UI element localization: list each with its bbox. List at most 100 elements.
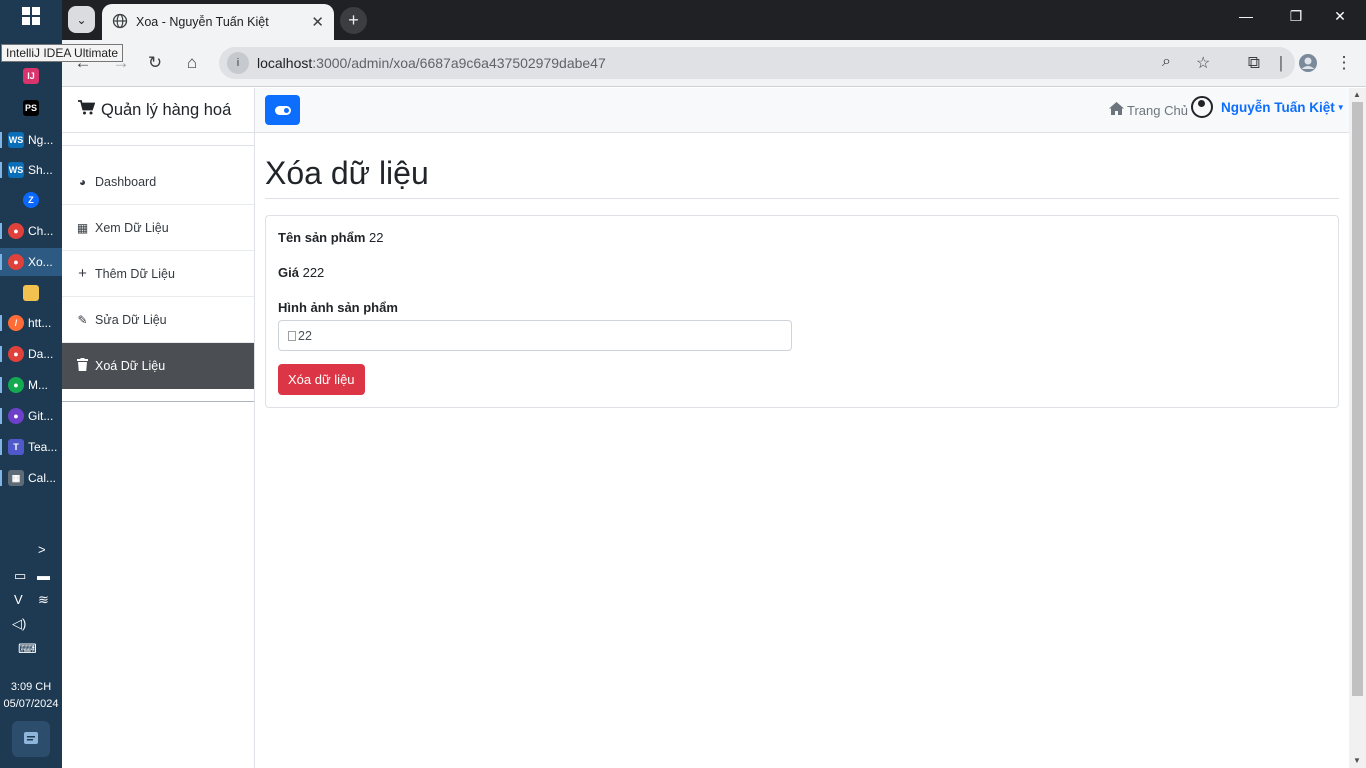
windows-taskbar: IntelliJ IDEA Ultimate IJ PS WS Ng... WS S…: [0, 0, 124, 768]
caret-down-icon: ▼: [1336, 102, 1345, 112]
sidebar-item-xoa-du-lieu[interactable]: Xoá Dữ Liệu: [62, 343, 254, 389]
sidebar-item-xem-du-lieu[interactable]: ▦ Xem Dữ Liệu: [62, 205, 254, 251]
intellij-taskbar-icon[interactable]: IJ: [0, 62, 62, 90]
home-link-label: Trang Chủ: [1127, 102, 1188, 118]
user-dropdown[interactable]: Nguyễn Tuấn Kiệt ▼: [1191, 96, 1345, 118]
product-image-label: Hình ảnh sản phẩm: [278, 300, 398, 315]
minimize-icon[interactable]: —: [1234, 8, 1258, 24]
new-tab-button[interactable]: +: [340, 7, 367, 34]
user-circle-icon: [1191, 96, 1213, 118]
dashboard-icon: ◕: [78, 174, 87, 189]
sidebar-divider: [62, 401, 254, 402]
taskbar-app-teams[interactable]: T Tea...: [0, 433, 62, 461]
taskbar-app-calculator[interactable]: ▦ Cal...: [0, 464, 62, 492]
extensions-icon[interactable]: ⧉: [1243, 52, 1265, 74]
sidebar: Quản lý hàng hoá ◕ Dashboard ▦ Xem Dữ Liệu…: [62, 88, 255, 768]
volume-icon[interactable]: ◁): [12, 616, 26, 632]
browser-tab-active[interactable]: Xoa - Nguyễn Tuấn Kiệt ✕: [102, 4, 334, 40]
top-navbar: Trang Chủ Nguyễn Tuấn Kiệt ▼: [255, 88, 1349, 133]
url-text: localhost:3000/admin/xoa/6687a9c6a437502…: [257, 55, 606, 71]
sidebar-item-label: Xoá Dữ Liệu: [95, 358, 166, 373]
page-title: Xóa dữ liệu: [265, 156, 1339, 199]
page-scrollbar[interactable]: ▲ ▼: [1349, 88, 1366, 768]
taskbar-app-chrome-active[interactable]: ● Xo...: [0, 248, 62, 276]
scrollbar-thumb[interactable]: [1352, 102, 1363, 696]
home-icon[interactable]: ⌂: [181, 52, 203, 74]
delete-card: Tên sản phẩm 22 Giá 222 Hình ảnh sản phẩ…: [265, 215, 1339, 408]
image-alt-text: 22: [298, 328, 312, 343]
zoom-icon[interactable]: ⌕: [1162, 53, 1171, 71]
site-info-icon[interactable]: i: [227, 52, 249, 74]
browser-title-bar: ⌄ Xoa - Nguyễn Tuấn Kiệt ✕ + — ❐ ✕: [62, 0, 1366, 40]
taskbar-app-github[interactable]: ● Git...: [0, 402, 62, 430]
scroll-up-icon[interactable]: ▲: [1353, 90, 1361, 99]
sidebar-item-sua-du-lieu[interactable]: ✎ Sửa Dữ Liệu: [62, 297, 254, 343]
tab-close-icon[interactable]: ✕: [311, 13, 324, 31]
product-image: 22: [278, 320, 792, 351]
product-name-label: Tên sản phẩm: [278, 230, 366, 245]
battery-icon[interactable]: ▬: [37, 568, 50, 583]
browser-toolbar: ← → ↻ ⌂ i localhost:3000/admin/xoa/6687a…: [62, 40, 1366, 87]
wifi-icon[interactable]: ≋: [38, 592, 49, 608]
product-name-value: 22: [369, 230, 384, 245]
address-bar[interactable]: i localhost:3000/admin/xoa/6687a9c6a4375…: [219, 47, 1295, 79]
toolbar-divider: |: [1278, 53, 1284, 72]
sidebar-item-dashboard[interactable]: ◕ Dashboard: [62, 159, 254, 205]
sidebar-nav: ◕ Dashboard ▦ Xem Dữ Liệu + Thêm Dữ Liệu ✎ S…: [62, 159, 254, 389]
brand-title: Quản lý hàng hoá: [101, 100, 232, 119]
tab-search-button[interactable]: ⌄: [68, 6, 95, 33]
taskbar-app-chrome-1[interactable]: ● Ch...: [0, 217, 62, 245]
taskbar-app-webstorm-1[interactable]: WS Ng...: [0, 126, 62, 154]
sidebar-item-label: Sửa Dữ Liệu: [95, 312, 167, 327]
vpn-icon[interactable]: V: [14, 592, 23, 607]
user-name: Nguyễn Tuấn Kiệt: [1221, 99, 1335, 115]
house-icon: [1109, 102, 1124, 118]
delete-button[interactable]: Xóa dữ liệu: [278, 364, 365, 395]
profile-avatar-icon[interactable]: [1297, 52, 1319, 74]
main-content: Xóa dữ liệu Tên sản phẩm 22 Giá 222 Hình…: [265, 133, 1339, 408]
sidebar-item-label: Thêm Dữ Liệu: [95, 266, 175, 281]
product-name-row: Tên sản phẩm 22: [278, 230, 1326, 245]
browser-menu-icon[interactable]: ⋮: [1333, 52, 1355, 74]
reload-icon[interactable]: ↻: [144, 52, 166, 74]
price-value: 222: [302, 265, 325, 280]
table-icon: ▦: [76, 220, 89, 235]
home-link[interactable]: Trang Chủ: [1109, 102, 1188, 118]
globe-icon: [112, 13, 128, 32]
sidebar-item-them-du-lieu[interactable]: + Thêm Dữ Liệu: [62, 251, 254, 297]
tray-expand-icon[interactable]: >: [38, 542, 46, 557]
window-close-icon[interactable]: ✕: [1328, 8, 1352, 25]
keyboard-icon[interactable]: ⌨: [18, 641, 37, 657]
file-explorer-taskbar-icon[interactable]: [0, 279, 62, 307]
clock-date: 05/07/2024: [3, 698, 59, 710]
windows-start-icon[interactable]: [22, 7, 40, 25]
price-label: Giá: [278, 265, 299, 280]
notification-center-icon[interactable]: [12, 721, 50, 757]
taskbar-clock[interactable]: 3:09 CH 05/07/2024: [0, 679, 62, 713]
sidebar-item-label: Dashboard: [95, 174, 157, 189]
sidebar-toggle-button[interactable]: [265, 95, 300, 125]
web-page: Quản lý hàng hoá ◕ Dashboard ▦ Xem Dữ Liệu…: [62, 88, 1349, 768]
plus-icon: +: [78, 265, 87, 282]
taskbar-tooltip: IntelliJ IDEA Ultimate: [1, 44, 124, 62]
phpstorm-taskbar-icon[interactable]: PS: [0, 94, 62, 122]
tab-title: Xoa - Nguyễn Tuấn Kiệt: [136, 15, 269, 29]
zalo-taskbar-icon[interactable]: Z: [0, 186, 62, 214]
price-row: Giá 222: [278, 265, 1326, 280]
bookmark-star-icon[interactable]: ☆: [1196, 53, 1210, 73]
clock-time: 3:09 CH: [10, 681, 52, 693]
toggle-icon: [274, 105, 291, 115]
taskbar-app-mongodb[interactable]: ● M...: [0, 371, 62, 399]
taskbar-app-chrome-2[interactable]: ● Da...: [0, 340, 62, 368]
shopping-cart-icon: [78, 100, 96, 120]
brand[interactable]: Quản lý hàng hoá: [62, 88, 254, 133]
pencil-icon: ✎: [77, 312, 88, 327]
restore-icon[interactable]: ❐: [1284, 8, 1308, 25]
sidebar-item-label: Xem Dữ Liệu: [95, 220, 169, 235]
tray-display-icon[interactable]: ▭: [14, 568, 26, 584]
taskbar-app-webstorm-2[interactable]: WS Sh...: [0, 156, 62, 184]
taskbar-app-postman[interactable]: / htt...: [0, 309, 62, 337]
broken-image-icon: [288, 330, 296, 341]
scroll-down-icon[interactable]: ▼: [1353, 756, 1361, 765]
trash-icon: [76, 357, 89, 374]
